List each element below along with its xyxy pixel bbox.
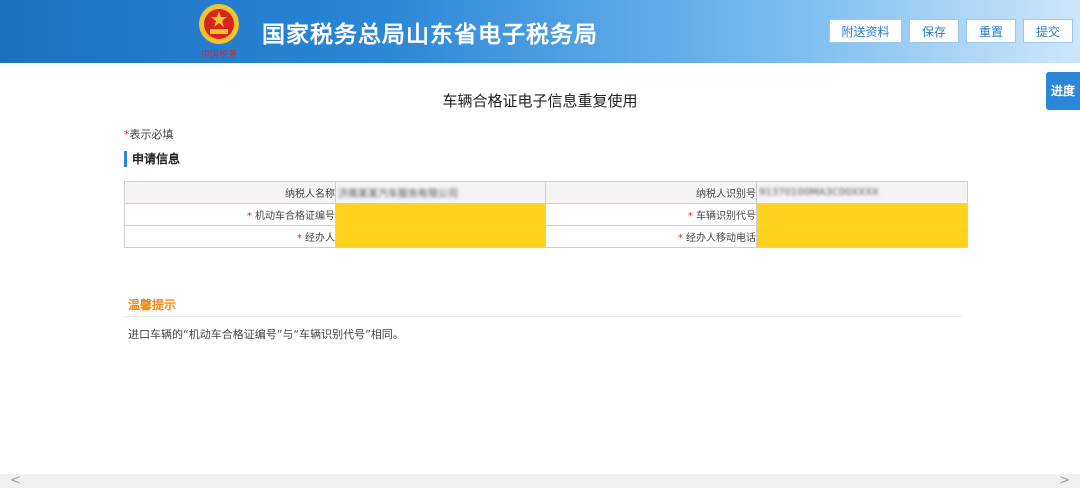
- section-title: 申请信息: [124, 151, 180, 167]
- scroll-left-arrow-icon[interactable]: <: [10, 474, 21, 488]
- horizontal-scrollbar[interactable]: < >: [0, 474, 1080, 488]
- handler-phone-label: * 经办人移动电话: [545, 225, 757, 248]
- taxpayer-name-text: 济南某某汽车服务有限公司: [338, 189, 458, 200]
- vin-input[interactable]: [756, 203, 968, 226]
- handler-label: * 经办人: [124, 225, 336, 248]
- form-row: * 经办人 * 经办人移动电话: [124, 225, 968, 248]
- tips-divider: [124, 316, 962, 317]
- scroll-right-arrow-icon[interactable]: >: [1059, 474, 1070, 488]
- tips-title: 温馨提示: [128, 298, 177, 312]
- application-form: 纳税人名称 济南某某汽车服务有限公司 纳税人识别号 91370100MA3C00…: [124, 181, 968, 248]
- required-note-text: 表示必填: [129, 128, 174, 141]
- required-star: *: [687, 211, 693, 222]
- certificate-number-input[interactable]: [335, 203, 546, 226]
- form-row: 纳税人名称 济南某某汽车服务有限公司 纳税人识别号 91370100MA3C00…: [124, 181, 968, 204]
- taxpayer-name-value: 济南某某汽车服务有限公司: [335, 181, 546, 204]
- tips-text: 进口车辆的“机动车合格证编号”与“车辆识别代号”相同。: [128, 328, 404, 341]
- required-star: *: [677, 233, 683, 244]
- handler-phone-label-text: 经办人移动电话: [686, 233, 756, 244]
- taxpayer-id-label: 纳税人识别号: [545, 181, 757, 204]
- page-title: 车辆合格证电子信息重复使用: [442, 92, 638, 110]
- site-title: 国家税务总局山东省电子税务局: [262, 22, 598, 48]
- handler-phone-input[interactable]: [756, 225, 968, 248]
- taxpayer-id-value: 91370100MA3C00XXXX: [756, 181, 968, 204]
- save-button[interactable]: 保存: [909, 19, 959, 43]
- certificate-number-label: * 机动车合格证编号: [124, 203, 336, 226]
- form-row: * 机动车合格证编号 * 车辆识别代号: [124, 203, 968, 226]
- vin-label: * 车辆识别代号: [545, 203, 757, 226]
- submit-button[interactable]: 提交: [1023, 19, 1073, 43]
- taxpayer-name-label: 纳税人名称: [124, 181, 336, 204]
- national-emblem-icon: 中国税务: [199, 4, 239, 60]
- taxpayer-id-text: 91370100MA3C00XXXX: [759, 187, 879, 198]
- required-star: *: [246, 211, 252, 222]
- attach-documents-button[interactable]: 附送资料: [829, 19, 902, 43]
- svg-text:中国税务: 中国税务: [201, 48, 237, 60]
- certificate-number-label-text: 机动车合格证编号: [255, 211, 335, 222]
- reset-button[interactable]: 重置: [966, 19, 1016, 43]
- top-banner: 中国税务 国家税务总局山东省电子税务局 附送资料 保存 重置 提交: [0, 0, 1080, 63]
- vin-label-text: 车辆识别代号: [696, 211, 756, 222]
- handler-label-text: 经办人: [305, 233, 335, 244]
- required-star: *: [296, 233, 302, 244]
- required-note: *表示必填: [124, 126, 174, 142]
- handler-input[interactable]: [335, 225, 546, 248]
